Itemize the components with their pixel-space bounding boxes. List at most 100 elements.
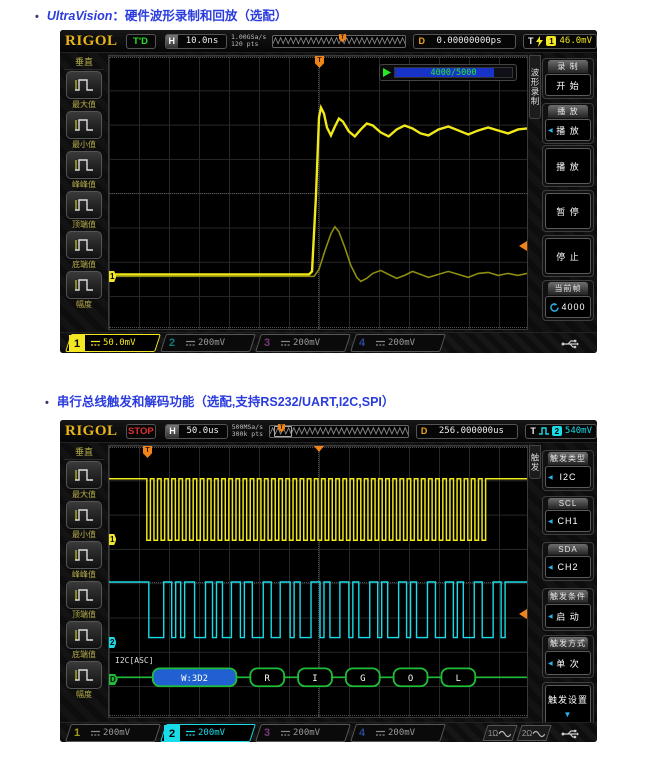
trigger-readout[interactable]: T 2 540mV	[525, 424, 597, 439]
source-2-output-icon[interactable]: 2Ω	[516, 725, 551, 741]
channel-4-badge[interactable]: 4200mV	[350, 334, 446, 352]
trigger-condition-button[interactable]: ◀ 启 动	[545, 604, 591, 628]
measure-button-1[interactable]	[66, 461, 102, 489]
menu-tab-trigger[interactable]: 触发	[529, 445, 541, 479]
measure-button-5[interactable]	[66, 231, 102, 259]
channel-number: 3	[259, 727, 275, 739]
left-arrow-icon: ◀	[548, 474, 554, 481]
sine-icon	[500, 729, 512, 737]
ch1-ghost-trace	[109, 227, 527, 282]
channel-4-badge[interactable]: 4 200mV	[350, 724, 446, 742]
channel-1-badge[interactable]: 150.0mV	[65, 334, 161, 352]
bullet1-text: ：硬件波形录制和回放（选配）	[112, 9, 287, 23]
measure-button-1[interactable]	[66, 71, 102, 99]
measure-label: 峰峰值	[62, 179, 106, 190]
memory-bar[interactable]: T	[269, 425, 409, 438]
delay-readout[interactable]: D 256.000000us	[416, 424, 519, 439]
progress-value: 4000/5000	[395, 68, 512, 77]
measure-category-title: 垂直	[64, 53, 104, 70]
play-button[interactable]: 播 放	[545, 148, 591, 184]
measure-button-4[interactable]	[66, 581, 102, 609]
usb-icon	[561, 729, 579, 739]
measure-button-6[interactable]	[66, 661, 102, 689]
trigger-channel-badge: 1	[546, 36, 556, 46]
channel-scale-value: 50.0mV	[103, 338, 136, 348]
knob-icon	[550, 303, 559, 312]
horizontal-timebase[interactable]: H 50.0us	[165, 424, 228, 439]
menu-item-sda: SDA ◀ CH2	[542, 542, 594, 581]
run-status-badge[interactable]: STOP	[126, 424, 157, 439]
measure-label: 幅度	[62, 299, 106, 310]
left-arrow-icon: ◀	[548, 518, 554, 525]
stop-button[interactable]: 停 止	[545, 238, 591, 274]
coupling-icon	[281, 730, 290, 737]
measure-button-4[interactable]	[66, 191, 102, 219]
trigger-mode-header: 触发方式	[548, 637, 588, 650]
playback-progress: 4000/5000	[379, 64, 517, 81]
pause-button[interactable]: 暂 停	[545, 193, 591, 229]
menu-item-trigger-mode: 触发方式 ◀ 单 次	[542, 635, 594, 678]
pulse-measure-icon	[73, 507, 95, 523]
trigger-level-arrow[interactable]	[519, 609, 527, 619]
menu-item-record: 录 制 开 始	[542, 58, 594, 99]
oscilloscope-screenshot-i2c-decode: RIGOL STOP H 50.0us 500MSa/s300k pts T D…	[60, 420, 597, 742]
measure-button-3[interactable]	[66, 151, 102, 179]
scope2-menu-panel: 触发类型 ◀ I2C SCL ◀ CH1 SDA ◀ CH2 触发条件 ◀ 启	[541, 443, 595, 723]
measure-button-5[interactable]	[66, 621, 102, 649]
menu-tab-waveform-record[interactable]: 波形录制	[529, 55, 541, 119]
screen-center-marker	[314, 446, 324, 452]
play-mode-button[interactable]: ◀ 播 放	[545, 119, 591, 141]
channel-scale-value: 200mV	[198, 338, 225, 348]
scope1-bottombar: 150.0mV2200mV3200mV4200mV	[60, 332, 597, 353]
delay-value: 0.00000000ps	[429, 36, 515, 46]
trigger-settings-button[interactable]: 触发设置 ▼	[545, 685, 591, 727]
channel-3-badge[interactable]: 3200mV	[255, 724, 351, 742]
channel-number: 3	[259, 337, 275, 349]
memory-bar[interactable]: T	[272, 35, 406, 48]
down-arrow-icon: ▼	[564, 711, 573, 719]
measure-item-3: 峰峰值	[62, 151, 106, 190]
scl-source-button[interactable]: ◀ CH1	[545, 510, 591, 532]
channel-scale-value: 200mV	[198, 728, 225, 738]
bullet-serial-decode: •串行总线触发和解码功能（选配,支持RS232/UART,I2C,SPI）	[45, 391, 394, 410]
measure-item-6: 幅度	[62, 271, 106, 310]
measure-button-3[interactable]	[66, 541, 102, 569]
measure-label: 底端值	[62, 649, 106, 660]
current-frame-button[interactable]: 4000	[545, 296, 591, 318]
decode-frame: L	[441, 668, 475, 686]
channel-2-badge[interactable]: 2200mV	[160, 334, 256, 352]
channel-2-badge[interactable]: 2200mV	[160, 724, 256, 742]
measure-item-1: 最大值	[62, 71, 106, 110]
svg-text:I: I	[312, 674, 317, 684]
left-arrow-icon: ◀	[548, 564, 554, 571]
source-1-output-icon[interactable]: 1Ω	[482, 725, 517, 741]
channel-number: 4	[354, 727, 370, 739]
sine-icon	[534, 729, 546, 737]
menu-item-stop: 停 止	[542, 235, 594, 277]
sda-source-button[interactable]: ◀ CH2	[545, 556, 591, 578]
measure-label: 最小值	[62, 139, 106, 150]
measure-button-2[interactable]	[66, 501, 102, 529]
measure-label: 顶端值	[62, 609, 106, 620]
channel-1-badge[interactable]: 1200mV	[65, 724, 161, 742]
record-start-button[interactable]: 开 始	[545, 74, 591, 96]
run-status-badge[interactable]: T'D	[126, 34, 156, 49]
menu-item-play-mode: 播 放 ◀ 播 放	[542, 103, 594, 144]
measure-button-6[interactable]	[66, 271, 102, 299]
trigger-mode-button[interactable]: ◀ 单 次	[545, 651, 591, 675]
trigger-readout[interactable]: T 1 46.0mV	[523, 34, 597, 49]
delay-readout[interactable]: D 0.00000000ps	[413, 34, 516, 49]
channel-3-badge[interactable]: 3200mV	[255, 334, 351, 352]
bullet-icon: •	[45, 397, 49, 409]
trigger-condition-value: 启 动	[556, 610, 580, 623]
trigger-type-button[interactable]: ◀ I2C	[545, 466, 591, 488]
sda-trace	[109, 582, 527, 638]
horizontal-timebase[interactable]: H 10.0ns	[165, 34, 228, 49]
current-frame-header: 当前帧	[548, 282, 588, 295]
sample-rate: 500MSa/s300k pts	[232, 424, 263, 439]
channel-scale-value: 200mV	[388, 728, 415, 738]
trigger-level-arrow[interactable]	[519, 241, 527, 251]
decode-frame: I	[298, 668, 332, 686]
measure-item-5: 底端值	[62, 621, 106, 660]
measure-button-2[interactable]	[66, 111, 102, 139]
